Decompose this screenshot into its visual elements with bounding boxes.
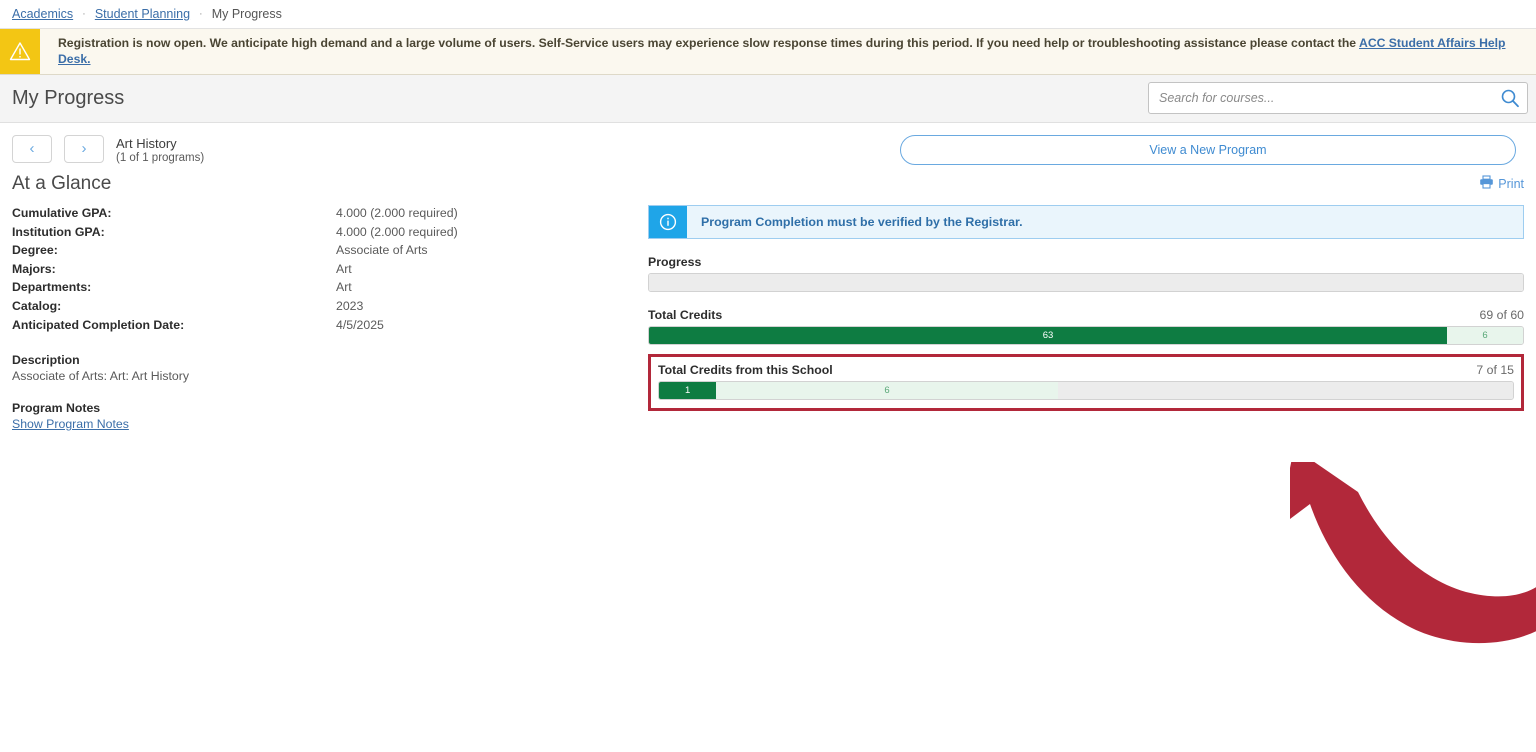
course-search <box>1148 82 1528 114</box>
progress-panel: Program Completion must be verified by t… <box>648 205 1524 433</box>
at-a-glance-header: At a Glance Print <box>0 165 1536 195</box>
glance-table: Cumulative GPA: 4.000 (2.000 required) I… <box>12 205 648 335</box>
program-identity: Art History (1 of 1 programs) <box>116 135 204 165</box>
search-icon[interactable] <box>1500 88 1520 113</box>
alert-message: Registration is now open. We anticipate … <box>40 29 1536 74</box>
breadcrumb-item-student-planning[interactable]: Student Planning <box>95 7 190 21</box>
glance-value: 4/5/2025 <box>336 317 648 336</box>
table-row: Anticipated Completion Date: 4/5/2025 <box>12 317 648 336</box>
glance-value: Associate of Arts <box>336 242 648 261</box>
main-content: Cumulative GPA: 4.000 (2.000 required) I… <box>0 195 1536 433</box>
page-header: My Progress <box>0 75 1536 123</box>
school-credits-label: Total Credits from this School <box>658 363 833 377</box>
annotation-arrow <box>1290 462 1536 662</box>
at-a-glance-title: At a Glance <box>12 173 111 195</box>
breadcrumb-separator: · <box>82 8 86 20</box>
view-a-new-program-button[interactable]: View a New Program <box>900 135 1516 165</box>
glance-label: Catalog: <box>12 298 336 317</box>
next-program-button[interactable]: › <box>64 135 104 163</box>
progress-label: Progress <box>648 255 701 269</box>
registration-alert-banner: Registration is now open. We anticipate … <box>0 29 1536 75</box>
total-credits-count: 69 of 60 <box>1480 308 1524 322</box>
progress-label-row: Progress <box>648 255 1524 269</box>
breadcrumb-item-my-progress: My Progress <box>212 7 282 21</box>
program-notes-heading: Program Notes <box>12 401 648 415</box>
breadcrumb-item-academics[interactable]: Academics <box>12 7 73 21</box>
progress-section-progress: Progress <box>648 255 1524 292</box>
glance-value: 4.000 (2.000 required) <box>336 205 648 224</box>
bar-segment-completed: 63 <box>649 327 1447 344</box>
progress-section-total-credits: Total Credits 69 of 60 63 6 <box>648 308 1524 345</box>
glance-value: 2023 <box>336 298 648 317</box>
bar-segment-empty <box>649 274 1523 291</box>
progress-section-total-credits-this-school: Total Credits from this School 7 of 15 1… <box>648 354 1524 411</box>
info-circle-icon <box>649 206 687 238</box>
breadcrumb: Academics · Student Planning · My Progre… <box>0 0 1536 29</box>
registrar-info-text: Program Completion must be verified by t… <box>687 206 1023 238</box>
print-label: Print <box>1498 177 1524 191</box>
glance-label: Institution GPA: <box>12 224 336 243</box>
program-navigation-row: ‹ › Art History (1 of 1 programs) View a… <box>0 123 1536 165</box>
alert-message-text: Registration is now open. We anticipate … <box>58 36 1359 50</box>
bar-segment-in-progress: 6 <box>716 382 1058 399</box>
print-button[interactable]: Print <box>1479 175 1524 192</box>
search-input[interactable] <box>1148 82 1528 114</box>
warning-triangle-icon <box>0 29 40 74</box>
glance-label: Cumulative GPA: <box>12 205 336 224</box>
table-row: Institution GPA: 4.000 (2.000 required) <box>12 224 648 243</box>
program-name: Art History <box>116 135 204 153</box>
page-title: My Progress <box>12 87 124 110</box>
table-row: Majors: Art <box>12 261 648 280</box>
breadcrumb-separator: · <box>199 8 203 20</box>
registrar-info-box: Program Completion must be verified by t… <box>648 205 1524 239</box>
progress-label-row: Total Credits from this School 7 of 15 <box>658 363 1514 377</box>
glance-value: Art <box>336 279 648 298</box>
bar-segment-empty <box>1058 382 1513 399</box>
progress-label-row: Total Credits 69 of 60 <box>648 308 1524 322</box>
program-nav-left: ‹ › Art History (1 of 1 programs) <box>12 135 204 165</box>
total-credits-label: Total Credits <box>648 308 722 322</box>
total-credits-bar: 63 6 <box>648 326 1524 345</box>
at-a-glance-details: Cumulative GPA: 4.000 (2.000 required) I… <box>12 205 648 433</box>
school-credits-count: 7 of 15 <box>1476 363 1514 377</box>
show-program-notes-link[interactable]: Show Program Notes <box>12 417 129 431</box>
glance-label: Majors: <box>12 261 336 280</box>
table-row: Cumulative GPA: 4.000 (2.000 required) <box>12 205 648 224</box>
bar-segment-in-progress: 6 <box>1447 327 1523 344</box>
previous-program-button[interactable]: ‹ <box>12 135 52 163</box>
progress-bar <box>648 273 1524 292</box>
glance-label: Departments: <box>12 279 336 298</box>
description-text: Associate of Arts: Art: Art History <box>12 369 648 383</box>
chevron-left-icon: ‹ <box>30 141 35 156</box>
glance-value: Art <box>336 261 648 280</box>
table-row: Catalog: 2023 <box>12 298 648 317</box>
school-credits-bar: 1 6 <box>658 381 1514 400</box>
description-heading: Description <box>12 353 648 367</box>
table-row: Departments: Art <box>12 279 648 298</box>
chevron-right-icon: › <box>82 141 87 156</box>
glance-value: 4.000 (2.000 required) <box>336 224 648 243</box>
glance-label: Anticipated Completion Date: <box>12 317 336 336</box>
bar-segment-completed: 1 <box>659 382 716 399</box>
table-row: Degree: Associate of Arts <box>12 242 648 261</box>
printer-icon <box>1479 175 1498 192</box>
program-count: (1 of 1 programs) <box>116 152 204 164</box>
glance-label: Degree: <box>12 242 336 261</box>
